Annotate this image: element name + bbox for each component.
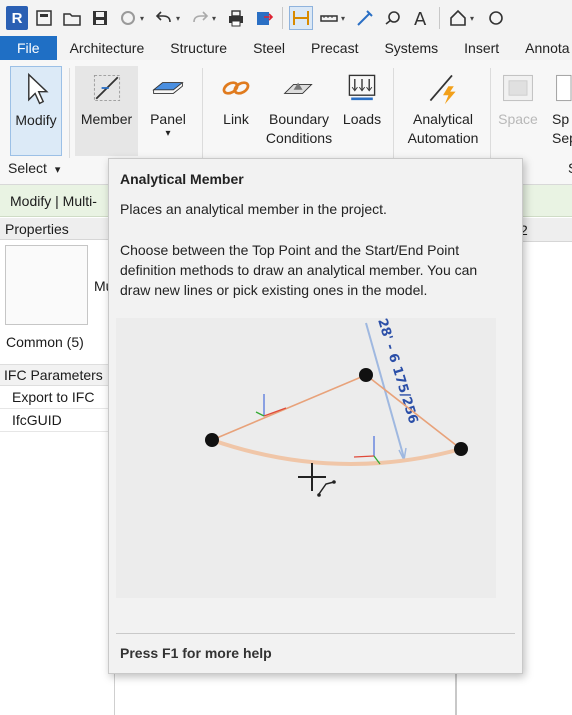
- toolbar-separator: [282, 7, 283, 29]
- save-icon[interactable]: [88, 6, 112, 30]
- analytical-label-line1: Analytical: [413, 111, 473, 127]
- space-label: Space: [498, 111, 538, 127]
- panel-button[interactable]: Panel ▾: [141, 66, 195, 156]
- tooltip: Analytical Member Places an analytical m…: [108, 158, 523, 674]
- link-label: Link: [223, 111, 249, 127]
- ifcguid-row[interactable]: IfcGUID: [0, 409, 115, 432]
- tooltip-details-line1: Choose between the Top Point and the Sta…: [120, 242, 460, 258]
- panel-label-fragment: S: [568, 160, 572, 176]
- separator-button[interactable]: Sp Sepa: [552, 66, 572, 156]
- tab-structure[interactable]: Structure: [157, 36, 240, 60]
- boundary-label-line1: Boundary: [269, 111, 329, 127]
- tab-file[interactable]: File: [0, 36, 57, 60]
- tab-annotate[interactable]: Annota: [512, 36, 572, 60]
- print-icon[interactable]: [224, 6, 248, 30]
- link-icon: [214, 66, 258, 110]
- ifc-parameters-category[interactable]: IFC Parameters: [0, 364, 115, 386]
- loads-icon: [340, 66, 384, 110]
- space-icon: [496, 66, 540, 110]
- tab-systems[interactable]: Systems: [371, 36, 451, 60]
- dimension-label: 28' - 6 175/256: [374, 318, 420, 426]
- tab-steel[interactable]: Steel: [240, 36, 298, 60]
- ribbon-separator: [490, 68, 491, 158]
- common-filter[interactable]: Common (5): [6, 334, 84, 350]
- tooltip-illustration: 28' - 6 175/256: [116, 317, 496, 598]
- tooltip-help: Press F1 for more help: [120, 645, 272, 661]
- ribbon-separator: [69, 68, 70, 158]
- boundary-conditions-button[interactable]: Boundary Conditions: [264, 66, 334, 156]
- loads-button[interactable]: Loads: [338, 66, 386, 156]
- dimension-icon[interactable]: [317, 6, 341, 30]
- analytical-member-icon: [85, 66, 129, 110]
- ribbon-separator: [393, 68, 394, 158]
- svg-text:A: A: [414, 9, 427, 28]
- modify-label: Modify: [15, 112, 57, 128]
- tab-insert[interactable]: Insert: [451, 36, 512, 60]
- panel-dropdown-icon[interactable]: ▾: [165, 129, 170, 139]
- tab-architecture[interactable]: Architecture: [57, 36, 158, 60]
- member-label: Member: [80, 111, 133, 127]
- default-3d-icon[interactable]: [446, 6, 470, 30]
- loads-label: Loads: [342, 111, 382, 127]
- space-button[interactable]: Space: [494, 66, 542, 156]
- properties-palette: Properties Mu Common (5) IFC Parameters …: [0, 218, 115, 715]
- redo-icon[interactable]: [188, 6, 212, 30]
- analytical-automation-button[interactable]: Analytical Automation: [400, 66, 486, 156]
- spot-icon[interactable]: [381, 6, 405, 30]
- analytical-label-line2: Automation: [407, 130, 479, 146]
- export-to-ifc-row[interactable]: Export to IFC: [0, 386, 115, 409]
- analytical-automation-icon: [421, 66, 465, 110]
- tooltip-details-line2: definition methods to draw an analytical…: [120, 262, 478, 278]
- section-icon[interactable]: [482, 6, 506, 30]
- tab-precast[interactable]: Precast: [298, 36, 371, 60]
- tooltip-separator: [116, 633, 515, 634]
- dropdown-icon[interactable]: ▾: [176, 14, 184, 23]
- ribbon-separator: [202, 68, 203, 158]
- type-preview[interactable]: [5, 245, 88, 325]
- analytical-panel-icon: [146, 66, 190, 110]
- ribbon-tabs: File Architecture Structure Steel Precas…: [0, 36, 572, 60]
- tag-icon[interactable]: [353, 6, 377, 30]
- boundary-label-line2: Conditions: [265, 130, 333, 146]
- undo-icon[interactable]: [152, 6, 176, 30]
- tooltip-title: Analytical Member: [120, 171, 244, 187]
- boundary-conditions-icon: [277, 66, 321, 110]
- dropdown-icon[interactable]: ▾: [212, 14, 220, 23]
- panel-label: Panel: [150, 111, 186, 127]
- dropdown-icon[interactable]: ▾: [140, 14, 148, 23]
- analytical-member-illustration: 28' - 6 175/256: [205, 317, 468, 497]
- cursor-icon: [14, 67, 58, 111]
- sync-icon[interactable]: [116, 6, 140, 30]
- text-icon[interactable]: A: [409, 6, 433, 30]
- tooltip-details-line3: draw new lines or pick existing ones in …: [120, 282, 428, 298]
- member-button[interactable]: Member: [75, 66, 138, 156]
- quick-access-toolbar: R ▾ ▾ ▾ ▾ A ▾: [0, 0, 572, 36]
- link-button[interactable]: Link: [213, 66, 259, 156]
- modify-button[interactable]: Modify: [10, 66, 62, 156]
- tooltip-description: Places an analytical member in the proje…: [120, 201, 387, 217]
- measure-icon[interactable]: [289, 6, 313, 30]
- dropdown-icon[interactable]: ▾: [341, 14, 349, 23]
- dropdown-icon[interactable]: ▾: [470, 14, 478, 23]
- properties-title: Properties: [0, 218, 114, 240]
- app-logo[interactable]: R: [6, 6, 28, 30]
- export-icon[interactable]: [252, 6, 276, 30]
- separator-label-line2: Sepa: [552, 130, 572, 146]
- separator-label-line1: Sp: [552, 111, 570, 127]
- select-panel-label[interactable]: Select ▾: [8, 160, 60, 176]
- open-icon[interactable]: [60, 6, 84, 30]
- space-separator-icon: [552, 66, 572, 110]
- toolbar-separator: [439, 7, 440, 29]
- home-icon[interactable]: [32, 6, 56, 30]
